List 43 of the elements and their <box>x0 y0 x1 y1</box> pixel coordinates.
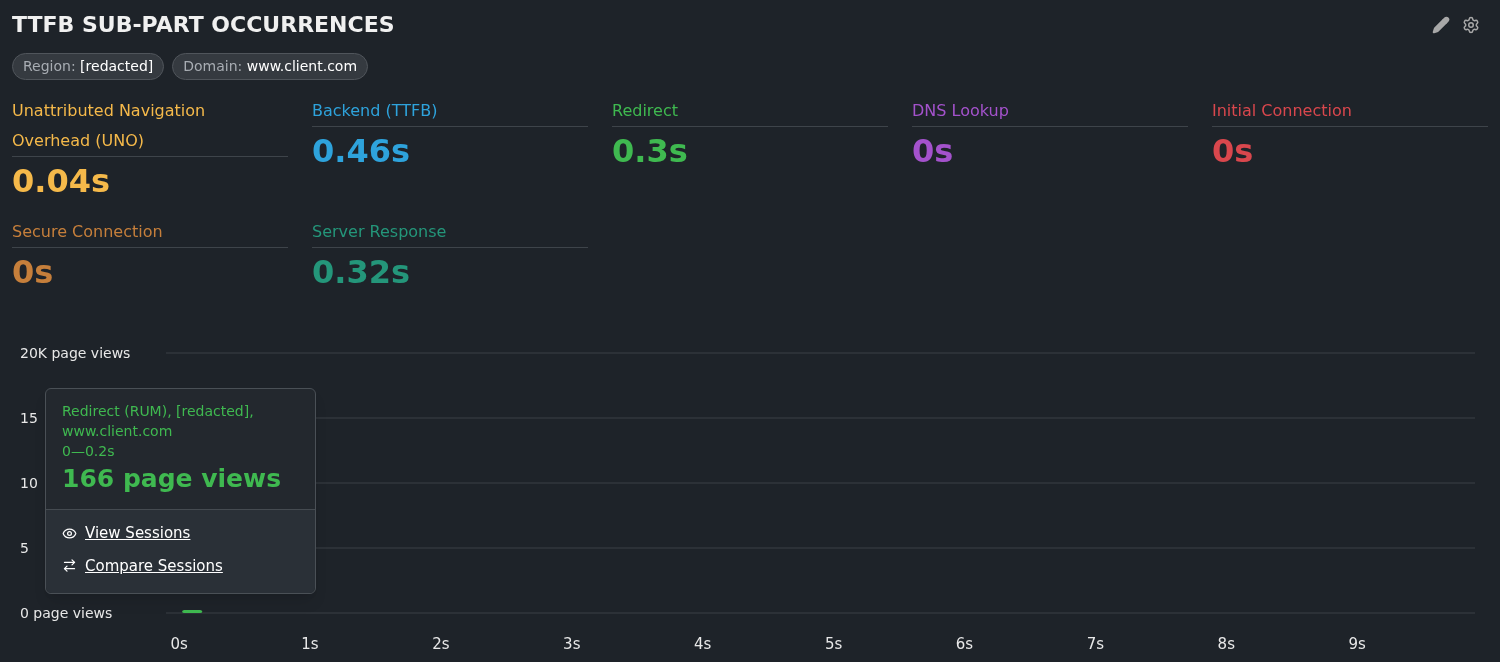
swap-arrows-icon <box>62 558 77 574</box>
metric-label: Unattributed Navigation Overhead (UNO) <box>12 96 288 157</box>
session-link[interactable]: View Sessions <box>85 522 191 545</box>
axis-label: 0s <box>170 635 188 652</box>
axis-label: 0 page views <box>20 605 113 621</box>
edit-icon[interactable] <box>1432 16 1450 34</box>
metric-value: 0s <box>1212 131 1255 172</box>
eye-icon <box>62 525 77 541</box>
axis-label: 15 <box>20 410 38 426</box>
tooltip-text: www.client.com <box>62 422 174 441</box>
metric-value: 0.46s <box>312 131 411 172</box>
metric-value: 0s <box>12 252 55 293</box>
metric-label: DNS Lookup <box>912 96 1188 127</box>
metric-value: 0s <box>912 131 955 172</box>
metric-label: Secure Connection <box>12 217 288 248</box>
widget-title: TTFB SUB-PART OCCURRENCES <box>12 11 395 39</box>
tooltip-count: 166 page views <box>62 463 282 495</box>
metric-value: 0.32s <box>312 252 411 293</box>
metric-label: Initial Connection <box>1212 96 1488 127</box>
metric-label: Redirect <box>612 96 888 127</box>
histogram-bar[interactable] <box>182 610 203 613</box>
axis-label: 5 <box>20 540 29 556</box>
session-link[interactable]: Compare Sessions <box>85 554 223 577</box>
settings-icon[interactable] <box>1462 16 1480 34</box>
axis-label: 10 <box>20 475 38 491</box>
tooltip-text: 0—0.2s <box>62 442 116 461</box>
axis-label: 5s <box>824 635 843 652</box>
axis-label: 3s <box>563 635 581 652</box>
axis-label: 1s <box>301 635 319 652</box>
axis-label: 4s <box>694 635 712 652</box>
metric-label: Server Response <box>312 217 588 248</box>
axis-label: 2s <box>432 635 450 652</box>
axis-label: 20K page views <box>20 345 131 361</box>
tooltip-text: Redirect (RUM), [redacted], <box>62 402 255 421</box>
axis-label: 9s <box>1348 635 1366 652</box>
metric-label: Backend (TTFB) <box>312 96 588 127</box>
axis-label: 8s <box>1217 635 1235 652</box>
axis-label: 7s <box>1086 635 1105 652</box>
filter-chip[interactable]: Region: [redacted] <box>12 53 165 80</box>
axis-label: 6s <box>955 635 974 652</box>
metric-value: 0.04s <box>12 161 111 202</box>
filter-chip[interactable]: Domain: www.client.com <box>172 53 369 80</box>
metric-value: 0.3s <box>612 131 689 172</box>
